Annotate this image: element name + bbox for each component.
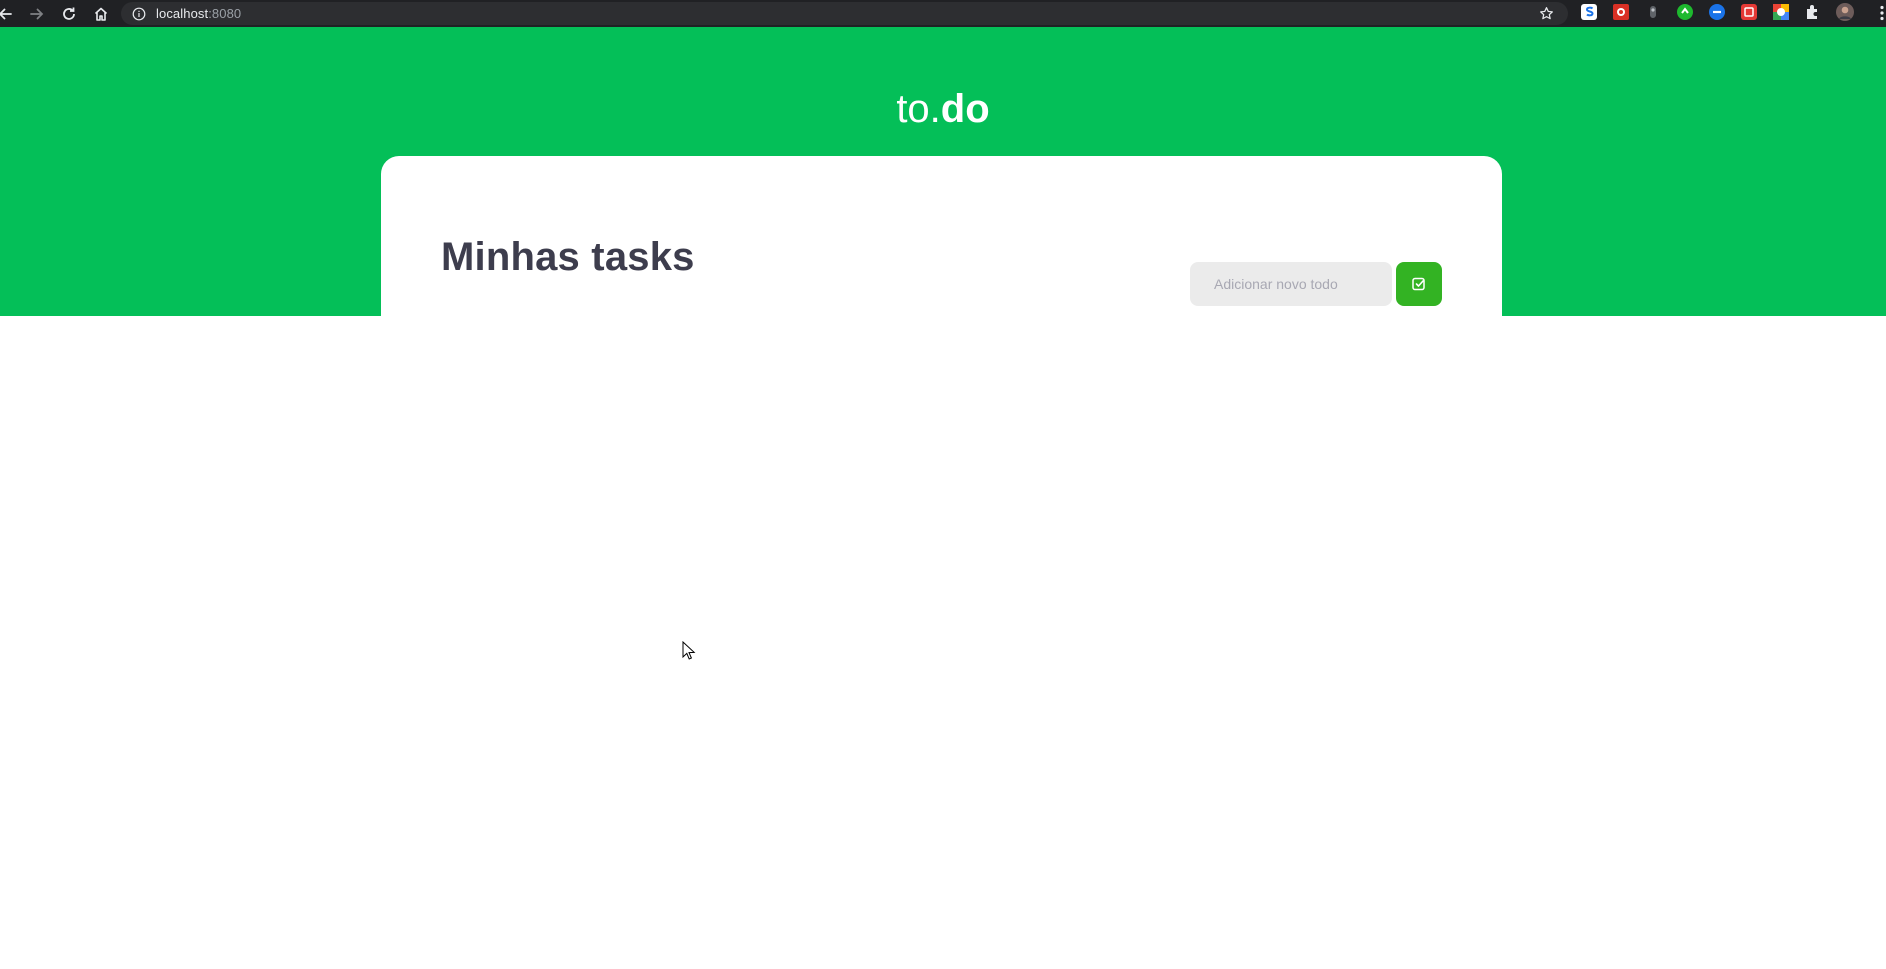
logo: to.do [0, 85, 1886, 133]
reload-icon[interactable] [58, 3, 80, 25]
extension-gray-icon[interactable] [1644, 3, 1662, 21]
address-bar[interactable]: localhost:8080 [121, 2, 1568, 25]
avatar[interactable] [1836, 3, 1854, 21]
logo-light-text: to. [896, 87, 941, 131]
url-text: localhost:8080 [156, 6, 241, 21]
mouse-cursor-icon [682, 641, 696, 660]
extension-record-icon[interactable] [1612, 3, 1630, 21]
tasks-card: Minhas tasks [381, 156, 1502, 969]
forward-icon[interactable] [26, 3, 48, 25]
extension-red-icon[interactable] [1740, 3, 1758, 21]
add-todo-button[interactable] [1396, 262, 1442, 306]
new-todo-input[interactable] [1190, 262, 1392, 306]
menu-icon[interactable] [1880, 5, 1884, 21]
back-icon[interactable] [0, 3, 16, 25]
extension-s-icon[interactable] [1580, 3, 1598, 21]
page: to.do Minhas tasks [0, 27, 1886, 969]
info-icon[interactable] [132, 7, 146, 21]
checkbox-check-icon [1412, 277, 1425, 291]
extensions-bar [1580, 3, 1868, 21]
star-icon[interactable] [1539, 6, 1554, 21]
page-title: Minhas tasks [441, 235, 695, 279]
extension-color-icon[interactable] [1772, 3, 1790, 21]
logo-bold-text: do [940, 87, 990, 131]
url-port: :8080 [208, 6, 242, 21]
extension-green-icon[interactable] [1676, 3, 1694, 21]
home-icon[interactable] [90, 3, 112, 25]
url-host: localhost [156, 6, 209, 21]
extension-blue-icon[interactable] [1708, 3, 1726, 21]
browser-toolbar: localhost:8080 [0, 0, 1886, 27]
extensions-icon[interactable] [1804, 3, 1822, 21]
